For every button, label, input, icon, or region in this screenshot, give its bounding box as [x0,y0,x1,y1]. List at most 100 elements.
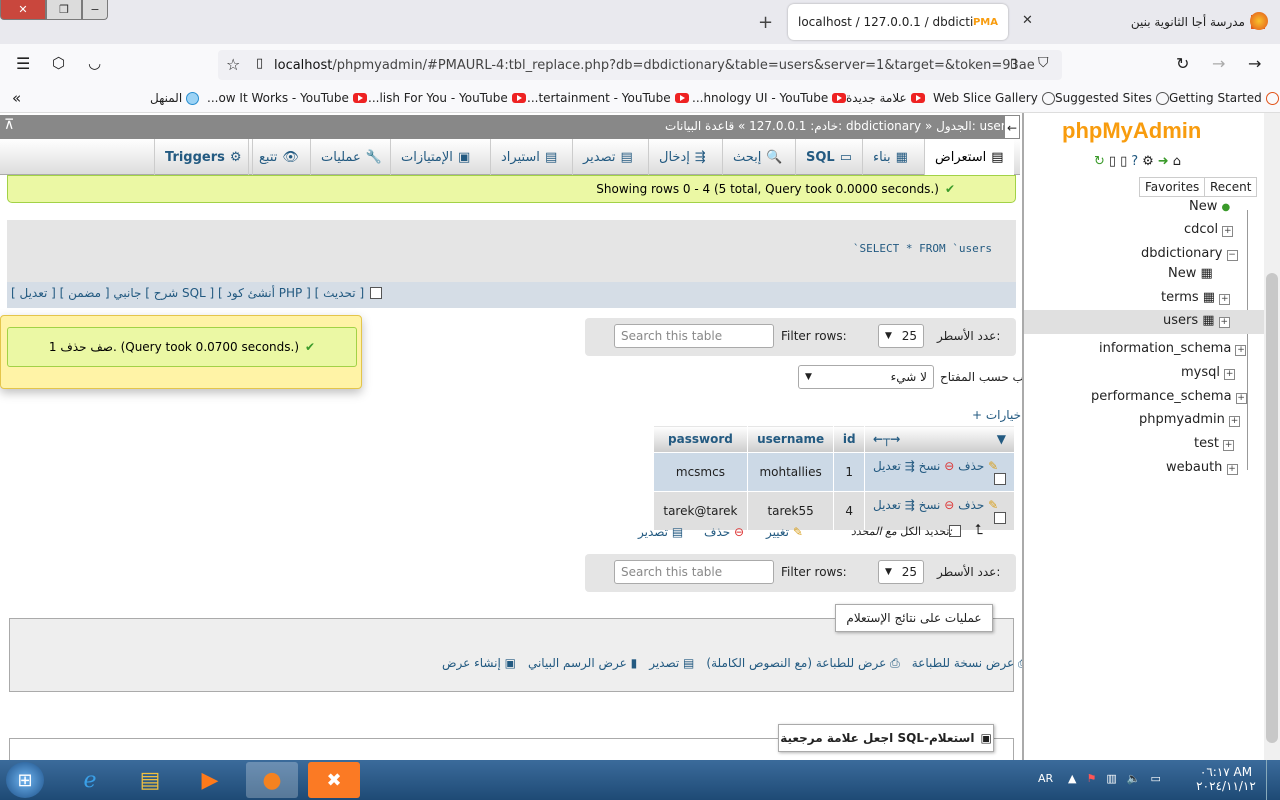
new-tab-icon[interactable]: + [758,12,773,33]
window-minimize-button[interactable]: − [82,0,108,20]
tab-import[interactable]: استيراد ▤ [490,139,567,175]
exit-icon[interactable]: ➜ [1158,154,1169,169]
bookmark-new[interactable]: علامة جديدة [846,91,925,105]
tree-webauth[interactable]: webauth + [1166,460,1238,475]
volume-icon[interactable]: 🔈 [1127,772,1141,785]
ie-icon[interactable]: ℯ [64,762,116,798]
collapse-icon[interactable]: − [1226,250,1238,261]
bookmark-yt-3[interactable]: ...tertainment - YouTube [527,91,689,105]
options-link[interactable]: + خيارات [972,408,1021,422]
url-bar[interactable]: localhost/phpmyadmin/#PMAURL-4:tbl_repla… [218,50,1062,80]
col-username[interactable]: username [746,425,835,453]
sort-key-select[interactable]: ▼ لا شيء [798,365,934,389]
tab-phpmyadmin[interactable]: localhost / 127.0.0.1 / dbdictio PMA [788,4,1008,40]
col-id[interactable]: id [833,425,865,453]
bookmark-web-slice[interactable]: Web Slice Gallery [933,91,1055,105]
firefox-taskbar-icon[interactable]: ● [246,762,298,798]
tree-users[interactable]: users ▦ + [1163,313,1230,328]
flag-icon[interactable]: ⚑ [1086,772,1096,785]
firefox-icon[interactable] [1250,12,1268,30]
bulk-delete-button[interactable]: حذف ⊖ [704,525,744,539]
expand-icon[interactable]: + [1218,317,1230,328]
delete-link[interactable]: حذف ⊖ [944,459,984,473]
tree-performance-schema[interactable]: performance_schema + [1091,389,1247,404]
row-checkbox[interactable] [994,512,1006,524]
cell-username[interactable]: mohtallies [746,452,835,492]
tree-new[interactable]: New ● [1189,199,1230,214]
tab-triggers[interactable]: Triggers ⚙ [154,139,253,175]
bookmark-star-icon[interactable]: ☆ [226,55,240,74]
tree-cdcol[interactable]: cdcol + [1184,222,1234,237]
copy-link[interactable]: نسخ ⇶ [905,459,941,473]
pma-logo[interactable]: phpMyAdmin [1062,118,1201,144]
delete-link[interactable]: حذف ⊖ [944,498,984,512]
back-icon[interactable]: → [1248,54,1261,73]
chevron-down-icon[interactable]: ▼ [997,432,1006,446]
bulk-change-button[interactable]: تغيير ✎ [766,525,803,539]
page-scrollbar[interactable] [1264,113,1280,760]
home-icon[interactable]: ⌂ [1173,154,1181,169]
window-close-button[interactable]: ✕ [0,0,46,20]
favorites-tab[interactable]: Favorites [1139,177,1206,197]
tab-tracking[interactable]: تتبع 👁 [248,139,309,175]
rows-per-page-select[interactable]: ▼ 25 [878,324,924,348]
tree-new-table[interactable]: New ▦ [1168,266,1213,281]
recent-tab[interactable]: Recent [1204,177,1258,197]
reader-view-icon[interactable]: ▯ [1010,56,1017,71]
bookmark-suggested[interactable]: Suggested Sites [1055,91,1169,105]
filter-rows-input[interactable]: Search this table [614,324,774,348]
show-desktop-button[interactable] [1266,760,1280,800]
tab-structure[interactable]: بناء ▦ [862,139,918,175]
expand-icon[interactable]: + [1224,369,1236,380]
inline-checkbox[interactable] [370,287,383,299]
tree-information-schema[interactable]: information_schema + [1099,341,1247,356]
window-maximize-button[interactable]: ❐ [46,0,82,20]
print-view-link[interactable]: عرض نسخة للطباعة ⎙ [912,656,1028,671]
tree-dbdictionary[interactable]: dbdictionary − [1141,246,1238,261]
tab-insert[interactable]: إدخال ⇶ [648,139,716,175]
tree-test[interactable]: test + [1194,436,1235,451]
expand-icon[interactable]: + [1235,393,1247,404]
network-icon[interactable]: ▥ [1106,772,1116,785]
pocket-icon[interactable]: ◡ [88,54,101,72]
bookmarks-overflow-icon[interactable]: « [12,89,21,107]
settings-icon[interactable]: ⚙ [1142,154,1154,169]
tracking-shield-icon[interactable]: ⛉ [1038,55,1049,71]
export-link[interactable]: تصدير ▤ [649,656,694,671]
tab-browse[interactable]: استعراض ▤ [924,139,1014,175]
display-chart-link[interactable]: عرض الرسم البياني ▮ [528,656,637,671]
expand-icon[interactable]: + [1222,226,1234,237]
menu-icon[interactable]: ☰ [16,54,30,73]
nav-collapse-icon[interactable]: ← [1004,115,1020,139]
tab-school[interactable]: مدرسة أجا الثانوية بنين [1095,4,1275,40]
bookmark-yt-4[interactable]: ...hnology UI - YouTube [692,91,847,105]
media-player-icon[interactable]: ▶ [184,762,236,798]
tree-mysql[interactable]: mysql + [1181,365,1236,380]
arrows-icon[interactable]: ←┬→ [873,432,900,446]
expand-icon[interactable]: + [1223,440,1235,451]
create-view-link[interactable]: إنشاء عرض ▣ [442,656,516,671]
sql-links-text[interactable]: جانبي [ مضمن ] [ تعديل ] [ شرح SQL ] [ أ… [11,286,364,300]
extensions-icon[interactable]: ⬡ [52,54,65,72]
expand-icon[interactable]: + [1219,294,1231,305]
print-full-link[interactable]: عرض للطباعة (مع النصوص الكاملة) ⎙ [706,656,899,671]
docs-icon[interactable]: ▯ [1109,154,1116,169]
forward-icon[interactable]: → [1212,54,1225,73]
sql-docs-icon[interactable]: ▯ [1120,154,1127,169]
tab-close-icon[interactable]: ✕ [1022,13,1033,28]
tab-search[interactable]: إبحث 🔍 [722,139,793,175]
tree-terms[interactable]: terms ▦ + [1161,290,1231,305]
bookmark-getting-started[interactable]: Getting Started [1169,91,1279,105]
filter-rows-input[interactable]: Search this table [614,560,774,584]
sql-links[interactable]: جانبي [ مضمن ] [ تعديل ] [ شرح SQL ] [ أ… [11,286,383,300]
xampp-icon[interactable]: ✖ [308,762,360,798]
bookmark-almanhal[interactable]: المنهل [150,91,200,105]
clock[interactable]: ٠٦:١٧ AM ٢٠٢٤/١١/١٢ [1196,765,1256,793]
bulk-export-button[interactable]: تصدير ▤ [638,525,683,539]
tray-expand-icon[interactable]: ▲ [1068,772,1076,785]
expand-icon[interactable]: + [1235,345,1247,356]
row-checkbox[interactable] [994,473,1006,485]
language-indicator[interactable]: AR [1038,772,1053,785]
scrollbar-thumb[interactable] [1266,273,1278,743]
tab-export[interactable]: تصدير ▤ [572,139,643,175]
